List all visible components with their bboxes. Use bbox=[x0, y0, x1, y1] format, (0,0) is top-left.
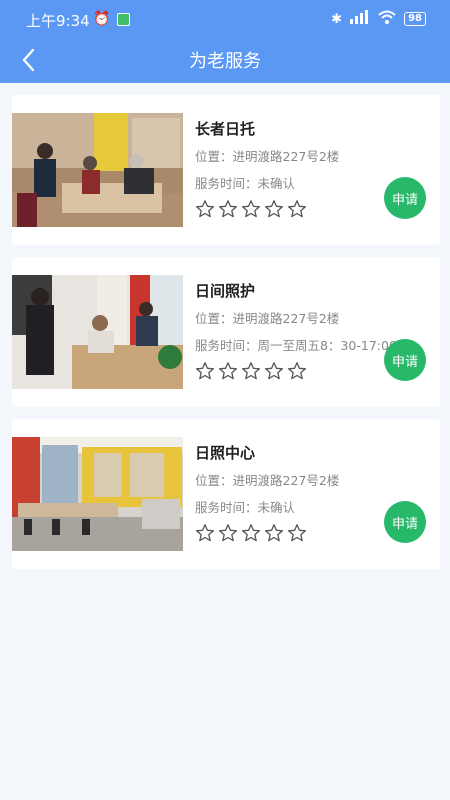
service-photo bbox=[12, 113, 183, 227]
star-outline-icon bbox=[287, 362, 307, 380]
star-outline-icon bbox=[241, 362, 261, 380]
apply-button[interactable]: 申请 bbox=[384, 501, 426, 543]
status-right: ✱ 98 bbox=[331, 10, 426, 28]
notification-app-icon bbox=[117, 13, 130, 26]
service-name: 日照中心 bbox=[195, 444, 256, 462]
service-card[interactable]: 日照中心 位置：进明渡路227号2楼 服务时间：未确认 申请 bbox=[12, 419, 440, 569]
service-card[interactable]: 日间照护 位置：进明渡路227号2楼 服务时间：周一至周五8：30-17:00 … bbox=[12, 257, 440, 407]
star-outline-icon bbox=[195, 200, 215, 218]
star-outline-icon bbox=[264, 200, 284, 218]
service-photo bbox=[12, 437, 183, 551]
service-photo bbox=[12, 275, 183, 389]
star-outline-icon bbox=[218, 362, 238, 380]
star-outline-icon bbox=[195, 524, 215, 542]
service-location: 位置：进明渡路227号2楼 bbox=[195, 473, 340, 488]
star-outline-icon bbox=[218, 524, 238, 542]
status-time: 上午9:34 bbox=[26, 12, 90, 30]
service-card[interactable]: 长者日托 位置：进明渡路227号2楼 服务时间：未确认 申请 bbox=[12, 95, 440, 245]
service-name: 长者日托 bbox=[195, 120, 256, 138]
apply-button[interactable]: 申请 bbox=[384, 177, 426, 219]
signal-icon bbox=[350, 10, 370, 28]
star-outline-icon bbox=[241, 200, 261, 218]
star-outline-icon bbox=[218, 200, 238, 218]
bluetooth-icon: ✱ bbox=[331, 11, 343, 27]
wifi-icon bbox=[378, 10, 396, 28]
star-outline-icon bbox=[287, 524, 307, 542]
apply-button[interactable]: 申请 bbox=[384, 339, 426, 381]
rating-stars bbox=[195, 361, 307, 381]
star-outline-icon bbox=[264, 524, 284, 542]
rating-stars bbox=[195, 523, 307, 543]
service-location: 位置：进明渡路227号2楼 bbox=[195, 149, 340, 164]
star-outline-icon bbox=[241, 524, 261, 542]
rating-stars bbox=[195, 199, 307, 219]
star-outline-icon bbox=[287, 200, 307, 218]
service-name: 日间照护 bbox=[195, 282, 256, 300]
star-outline-icon bbox=[195, 362, 215, 380]
service-location: 位置：进明渡路227号2楼 bbox=[195, 311, 340, 326]
app-header: 上午9:34 ⏰ ✱ 98 为老服务 bbox=[0, 0, 450, 83]
service-list: 长者日托 位置：进明渡路227号2楼 服务时间：未确认 申请 日间照护 位置：进… bbox=[12, 95, 440, 581]
alarm-icon: ⏰ bbox=[93, 11, 111, 27]
page-title: 为老服务 bbox=[189, 51, 261, 72]
battery-icon: 98 bbox=[404, 12, 426, 26]
star-outline-icon bbox=[264, 362, 284, 380]
status-bar: 上午9:34 ⏰ ✱ 98 bbox=[0, 0, 450, 38]
